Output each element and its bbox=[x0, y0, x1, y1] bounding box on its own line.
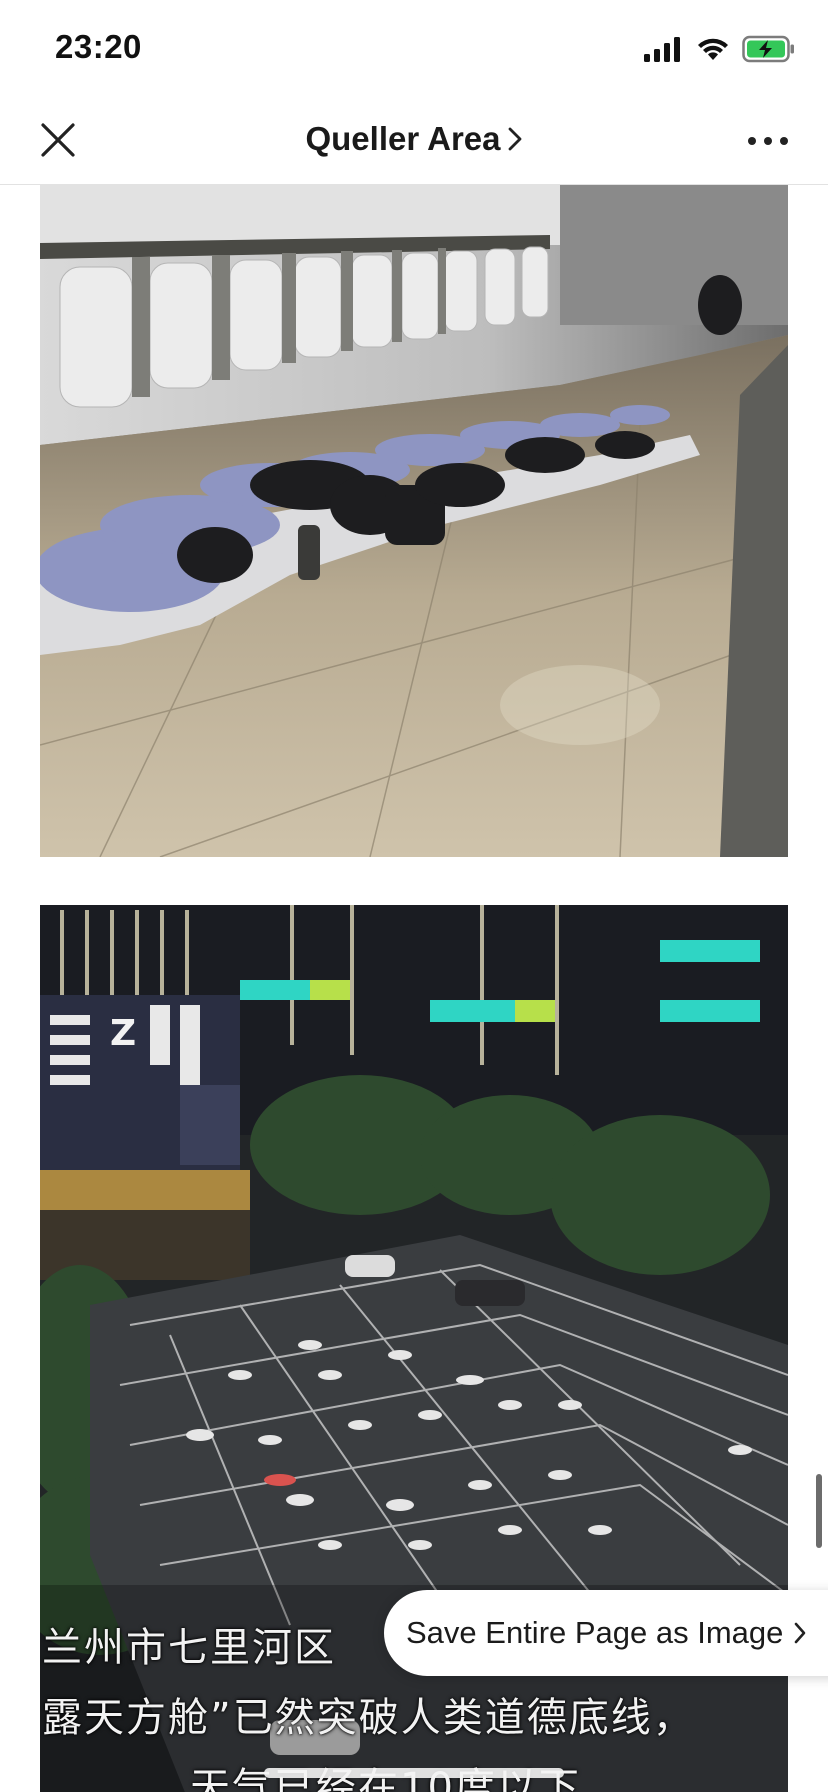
battery-charging-icon bbox=[742, 35, 794, 63]
status-icons bbox=[644, 34, 796, 64]
status-bar: 23:20 bbox=[0, 0, 828, 96]
article-photo-1[interactable] bbox=[40, 185, 788, 857]
nav-bar: Queller Area bbox=[0, 96, 828, 185]
more-button[interactable] bbox=[746, 126, 790, 156]
status-time: 23:20 bbox=[55, 28, 142, 65]
restroom-photo bbox=[40, 185, 788, 857]
account-title-link[interactable]: Queller Area bbox=[0, 120, 828, 160]
scrollbar-thumb[interactable] bbox=[816, 1474, 822, 1548]
wifi-icon bbox=[698, 38, 728, 60]
more-icon bbox=[748, 137, 788, 145]
page-title: Queller Area bbox=[305, 120, 501, 157]
svg-text:Z: Z bbox=[110, 1013, 136, 1054]
chevron-right-icon bbox=[795, 1622, 806, 1644]
chevron-right-icon bbox=[508, 127, 521, 151]
save-page-label: Save Entire Page as Image bbox=[406, 1615, 784, 1650]
caption-line-2: 露天方舱”已然突破人类道德底线， bbox=[42, 1695, 695, 1741]
save-page-as-image-button[interactable]: Save Entire Page as Image bbox=[384, 1590, 828, 1676]
article-content[interactable]: Z 兰州市七里河区 露天方舱”已然突破人类道德底线， 天气已经在10度以下 bbox=[0, 185, 828, 1792]
home-indicator[interactable] bbox=[264, 1768, 564, 1778]
signal-icon bbox=[644, 37, 680, 62]
